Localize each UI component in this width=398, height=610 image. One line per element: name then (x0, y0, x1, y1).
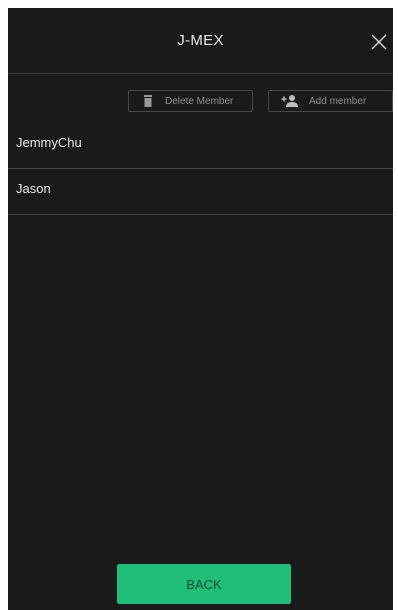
delete-member-label: Delete Member (165, 95, 234, 107)
member-name: Jason (16, 181, 51, 196)
delete-member-button[interactable]: Delete Member (128, 90, 253, 112)
group-members-panel: J-MEX Delete Member Add member JemmyChu … (8, 8, 393, 610)
page-title: J-MEX (177, 32, 224, 49)
trash-icon (141, 94, 155, 108)
member-name: JemmyChu (16, 135, 82, 150)
close-button[interactable] (369, 32, 389, 52)
back-label: BACK (186, 576, 222, 592)
add-member-label: Add member (309, 95, 367, 107)
close-icon (369, 32, 389, 52)
add-member-button[interactable]: Add member (268, 90, 393, 112)
member-list: JemmyChu Jason (8, 123, 393, 215)
header-divider (8, 73, 393, 74)
add-person-icon (281, 94, 299, 108)
list-item[interactable]: Jason (8, 169, 393, 215)
back-button[interactable]: BACK (117, 564, 291, 604)
list-item[interactable]: JemmyChu (8, 123, 393, 169)
header: J-MEX (8, 8, 393, 74)
